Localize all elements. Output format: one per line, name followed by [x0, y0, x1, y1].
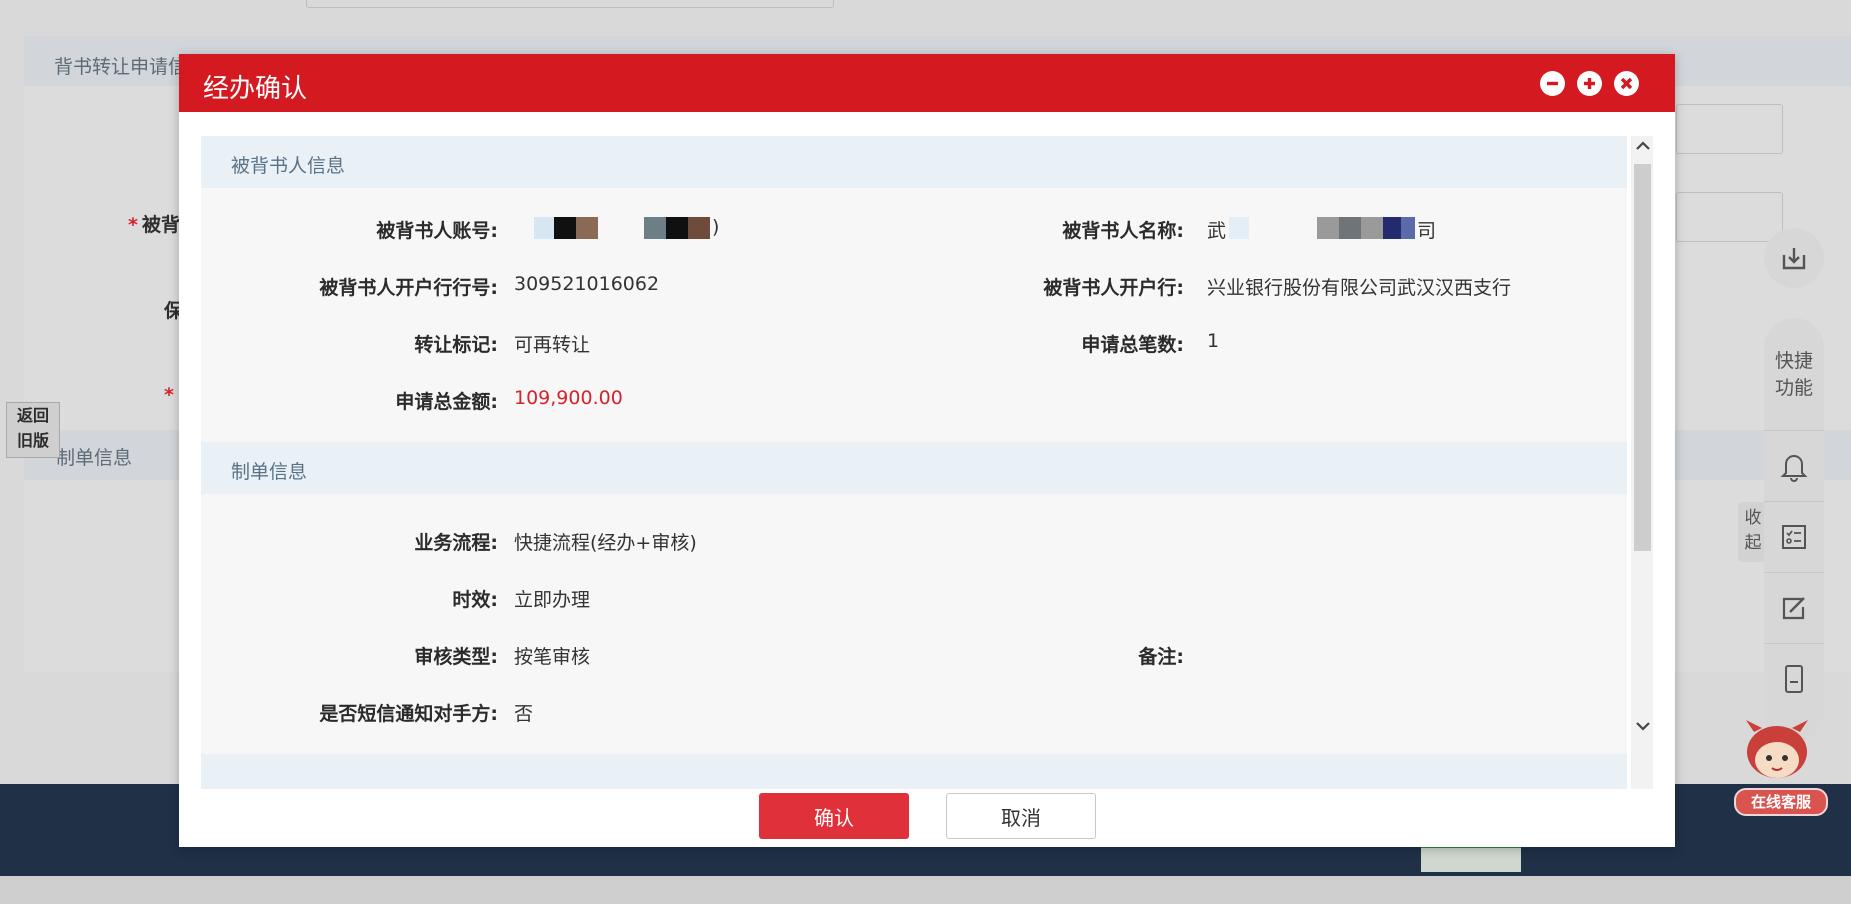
dialog-header: 经办确认: [179, 54, 1675, 112]
endorsee-section-title: 被背书人信息: [231, 155, 346, 177]
background-input-1: [1676, 104, 1783, 154]
endorsee-bank-label: 被背书人开户行:: [1043, 277, 1184, 299]
back-to-old-line1: 返回: [16, 406, 49, 425]
maker-section-title: 制单信息: [231, 461, 308, 483]
redaction-block: [644, 217, 666, 239]
scroll-down-button[interactable]: [1633, 716, 1653, 736]
cancel-button[interactable]: 取消: [946, 793, 1096, 839]
review-type-value: 按笔审核: [514, 646, 591, 668]
endorsee-bank-value: 兴业银行股份有限公司武汉汉西支行: [1207, 277, 1512, 299]
minimize-icon: [1547, 81, 1558, 86]
bell-icon: [1780, 455, 1808, 482]
dialog-body[interactable]: 被背书人信息 被背书人账号: ) 被背书人名称: 武 司 被背书人开户行行号: …: [201, 136, 1635, 812]
endorsee-account-label: 被背书人账号:: [376, 220, 498, 242]
endorsee-name-value: 武 司: [1207, 216, 1436, 243]
dialog-scrollbar-thumb[interactable]: [1634, 164, 1651, 551]
download-button[interactable]: [1764, 228, 1824, 288]
quick-function-label[interactable]: 快捷 功能: [1764, 348, 1824, 402]
background-required-mark: *: [164, 384, 174, 406]
minimize-button[interactable]: [1540, 71, 1565, 96]
endorsee-name-suffix: 司: [1417, 220, 1437, 242]
checklist-icon: [1782, 525, 1806, 549]
background-green-badge: [1421, 845, 1521, 872]
redaction-block: [666, 217, 688, 239]
quick-function-line2: 功能: [1774, 377, 1813, 399]
endorsee-name-prefix: 武: [1207, 220, 1227, 242]
quick-function-toolbar: 快捷 功能: [1764, 318, 1824, 742]
background-input-2: [1676, 192, 1783, 242]
redaction-block: [1383, 217, 1401, 239]
maker-section-header: 制单信息: [201, 442, 1627, 494]
redaction-block: [1229, 217, 1249, 239]
redaction-block: [1401, 217, 1415, 239]
review-type-label: 审核类型:: [414, 646, 498, 668]
back-to-old-version-button[interactable]: 返回 旧版: [6, 402, 60, 458]
close-button[interactable]: [1614, 71, 1639, 96]
endorsee-section-header: 被背书人信息: [201, 136, 1627, 188]
background-top-field: [306, 0, 834, 8]
remark-label: 备注:: [1138, 646, 1184, 668]
sms-notify-label: 是否短信通知对手方:: [319, 703, 498, 725]
transfer-flag-value: 可再转让: [514, 334, 591, 356]
timing-value: 立即办理: [514, 589, 591, 611]
mobile-icon: [1785, 665, 1803, 693]
transfer-flag-label: 转让标记:: [414, 334, 498, 356]
endorsee-name-label: 被背书人名称:: [1062, 220, 1184, 242]
background-section-title-2: 制单信息: [56, 447, 133, 469]
notification-button[interactable]: [1764, 430, 1824, 501]
dialog-footer: 确认 取消: [179, 789, 1675, 847]
timing-label: 时效:: [452, 589, 498, 611]
edit-icon: [1782, 597, 1805, 620]
mobile-button[interactable]: [1764, 643, 1824, 714]
endorsee-account-suffix: ): [712, 216, 720, 238]
total-amount-label: 申请总金额:: [395, 391, 498, 413]
endorsee-bank-no-label: 被背书人开户行行号:: [319, 277, 498, 299]
close-icon: [1620, 77, 1633, 90]
redaction-block: [1317, 217, 1339, 239]
maker-section-content: 业务流程: 快捷流程(经办+审核) 时效: 立即办理 审核类型: 按笔审核 备注…: [201, 494, 1627, 812]
endorsee-section-content: 被背书人账号: ) 被背书人名称: 武 司 被背书人开户行行号: 3095210…: [201, 188, 1627, 442]
redaction-block: [1361, 217, 1383, 239]
redaction-block: [534, 217, 554, 239]
redaction-block: [688, 217, 710, 239]
checklist-button[interactable]: [1764, 501, 1824, 572]
total-count-value: 1: [1207, 330, 1220, 352]
dialog-title: 经办确认: [203, 74, 308, 104]
download-icon: [1782, 248, 1806, 270]
endorsee-bank-no-value: 309521016062: [514, 273, 660, 295]
chevron-down-icon: [1636, 722, 1650, 731]
scroll-up-button[interactable]: [1633, 136, 1653, 156]
back-to-old-line2: 旧版: [16, 431, 49, 450]
edit-button[interactable]: [1764, 572, 1824, 643]
total-amount-value: 109,900.00: [514, 387, 623, 409]
plus-icon: [1584, 78, 1595, 89]
handle-confirm-dialog: 经办确认 被背书人信息 被背书人账号: ) 被背书人名称: 武 司 被背书人开户…: [179, 54, 1675, 847]
business-process-label: 业务流程:: [414, 532, 498, 554]
redaction-block: [554, 217, 576, 239]
total-count-label: 申请总笔数:: [1081, 334, 1184, 356]
quick-function-line1: 快捷: [1774, 350, 1813, 372]
background-bottom-strip: [0, 876, 1851, 904]
redaction-block: [1339, 217, 1361, 239]
business-process-value: 快捷流程(经办+审核): [514, 532, 697, 554]
sms-notify-value: 否: [514, 703, 534, 725]
online-service-button[interactable]: 在线客服: [1734, 788, 1828, 816]
confirm-button[interactable]: 确认: [759, 793, 909, 839]
chevron-up-icon: [1636, 141, 1650, 150]
maximize-button[interactable]: [1577, 71, 1602, 96]
redaction-block: [576, 217, 598, 239]
background-label-endorsee: * 被背: [128, 214, 180, 236]
